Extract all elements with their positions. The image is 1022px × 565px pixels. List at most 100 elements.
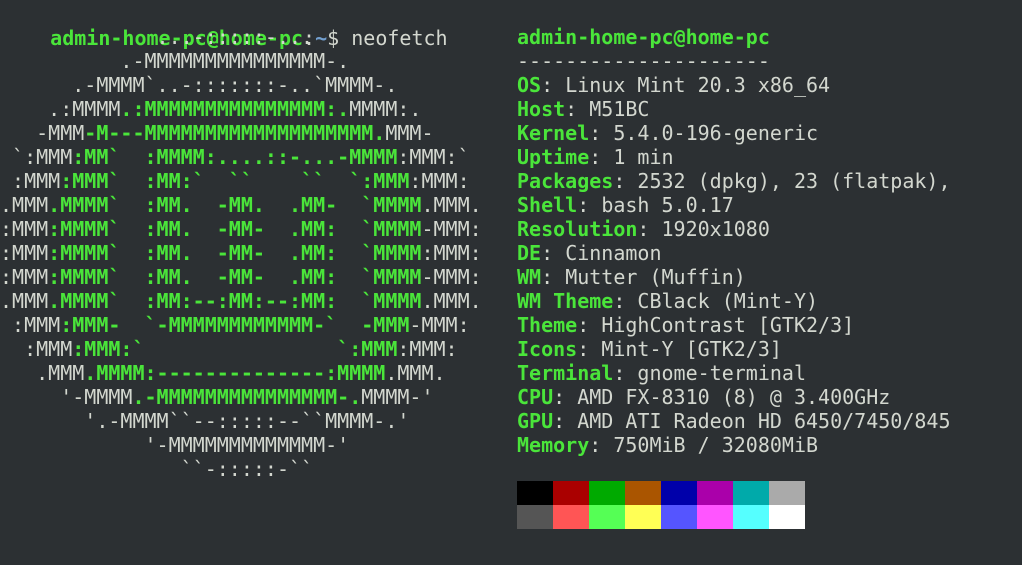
logo-segment: :MMMM` :MM. -MM- .MM: `MMMM bbox=[48, 241, 422, 265]
terminal-window[interactable]: admin-home-pc@home-pc:~$ neofetch ...-::… bbox=[0, 0, 1022, 565]
info-title: admin-home-pc@home-pc bbox=[517, 25, 770, 49]
logo-segment: :MMM bbox=[0, 169, 61, 193]
info-value: HighContrast [GTK2/3] bbox=[601, 313, 855, 337]
info-key: Theme bbox=[517, 313, 578, 337]
logo-segment: :MMM: bbox=[397, 337, 458, 361]
info-value: 1920x1080 bbox=[661, 217, 770, 241]
info-row: Terminal: gnome-terminal bbox=[517, 361, 806, 385]
info-colon: : bbox=[553, 385, 578, 409]
logo-segment: -MMM: bbox=[421, 217, 482, 241]
logo-segment: :MMM` :MM:` `` `` `:MMM bbox=[60, 169, 410, 193]
info-key: CPU bbox=[517, 385, 554, 409]
info-colon: : bbox=[589, 145, 614, 169]
info-value: AMD FX-8310 (8) @ 3.400GHz bbox=[577, 385, 891, 409]
logo-segment: .MMMM` :MM. -MM. .MM- `MMMM bbox=[48, 193, 422, 217]
logo-line: :MMM:MMM` :MM:` `` `` `:MMM:MMM: bbox=[0, 169, 470, 193]
info-row: Resolution: 1920x1080 bbox=[517, 217, 770, 241]
info-colon: : bbox=[637, 217, 662, 241]
logo-line: .-MMMMMMMMMMMMMMM-. bbox=[0, 49, 349, 73]
logo-segment: '-MMMM bbox=[0, 385, 133, 409]
info-value: bash 5.0.17 bbox=[601, 193, 734, 217]
logo-segment: .MMM. bbox=[421, 193, 482, 217]
logo-segment: MMMM:. bbox=[349, 97, 422, 121]
info-colon: : bbox=[613, 361, 638, 385]
color-swatch bbox=[697, 481, 733, 505]
logo-segment: .MMMM:--------------:MMMM bbox=[84, 361, 386, 385]
info-colon: : bbox=[541, 265, 566, 289]
info-key: DE bbox=[517, 241, 542, 265]
logo-line: ``-:::::-`` bbox=[0, 457, 313, 481]
info-row: OS: Linux Mint 20.3 x86_64 bbox=[517, 73, 830, 97]
system-info-panel: admin-home-pc@home-pc ------------------… bbox=[517, 25, 1017, 485]
logo-line: :MMM:MMMM` :MM. -MM- .MM: `MMMM:MMM: bbox=[0, 241, 482, 265]
logo-line: `:MMM:MM` :MMMM:....::-...-MMMM:MMM:` bbox=[0, 145, 470, 169]
color-swatch bbox=[733, 505, 769, 529]
info-row: Host: M51BC bbox=[517, 97, 649, 121]
logo-segment: :MMM:` bbox=[397, 145, 470, 169]
info-colon: : bbox=[553, 409, 578, 433]
logo-segment: '.-MMMM``--:::::--``MMMM-.' bbox=[0, 409, 410, 433]
logo-segment: :MMMM` :MM. -MM- .MM: `MMMM bbox=[48, 217, 422, 241]
info-colon: : bbox=[589, 121, 614, 145]
info-value: CBlack (Mint-Y) bbox=[637, 289, 819, 313]
logo-segment: -MMM bbox=[0, 121, 85, 145]
info-value: M51BC bbox=[589, 97, 650, 121]
logo-line: ...-:::::-... bbox=[0, 25, 314, 49]
logo-segment: `:MMM bbox=[0, 145, 73, 169]
logo-segment: :MMM bbox=[0, 337, 73, 361]
color-swatch bbox=[517, 505, 553, 529]
logo-segment: -MMM: bbox=[421, 265, 482, 289]
info-row: CPU: AMD FX-8310 (8) @ 3.400GHz bbox=[517, 385, 890, 409]
info-row: Uptime: 1 min bbox=[517, 145, 674, 169]
info-value: Cinnamon bbox=[565, 241, 662, 265]
info-colon: : bbox=[613, 289, 638, 313]
logo-line: :MMM:MMMM` :MM. -MM- .MM: `MMMM-MMM: bbox=[0, 217, 482, 241]
info-row: WM Theme: CBlack (Mint-Y) bbox=[517, 289, 818, 313]
logo-line: .MMM.MMMM:--------------:MMMM.MMM. bbox=[0, 361, 445, 385]
logo-segment: :MMMM` :MM. -MM- .MM: `MMMM bbox=[48, 265, 422, 289]
color-swatch bbox=[697, 505, 733, 529]
logo-segment: :MMM bbox=[0, 241, 49, 265]
info-colon: : bbox=[577, 313, 602, 337]
color-swatch bbox=[517, 481, 553, 505]
info-row: Shell: bash 5.0.17 bbox=[517, 193, 734, 217]
color-swatch bbox=[661, 505, 697, 529]
logo-segment: :MMM: bbox=[421, 241, 482, 265]
logo-segment: '-MMMMMMMMMMMMM-' bbox=[0, 433, 350, 457]
logo-line: :MMM:MMM:` `:MMM:MMM: bbox=[0, 337, 458, 361]
command-prompt-line: admin-home-pc@home-pc:~$ neofetch bbox=[2, 2, 447, 50]
logo-line: '-MMMMMMMMMMMMM-' bbox=[0, 433, 349, 457]
info-row: Memory: 750MiB / 32080MiB bbox=[517, 433, 818, 457]
info-value: AMD ATI Radeon HD 6450/7450/845 bbox=[577, 409, 951, 433]
logo-segment: :MMM- `-MMMMMMMMMMMM-` -MMM bbox=[60, 313, 410, 337]
logo-segment: ``-:::::-`` bbox=[0, 457, 314, 481]
color-swatch bbox=[661, 481, 697, 505]
info-colon: : bbox=[541, 241, 566, 265]
color-swatch bbox=[553, 505, 589, 529]
info-colon: : bbox=[589, 433, 614, 457]
logo-segment: .MMM bbox=[0, 289, 49, 313]
info-key: Icons bbox=[517, 337, 578, 361]
logo-segment: -MMM: bbox=[409, 313, 470, 337]
info-row: GPU: AMD ATI Radeon HD 6450/7450/845 bbox=[517, 409, 951, 433]
logo-line: '.-MMMM``--:::::--``MMMM-.' bbox=[0, 409, 409, 433]
info-value: 1 min bbox=[613, 145, 674, 169]
color-swatch bbox=[769, 505, 805, 529]
info-row: DE: Cinnamon bbox=[517, 241, 662, 265]
logo-line: :MMM:MMMM` :MM. -MM- .MM: `MMMM-MMM: bbox=[0, 265, 482, 289]
info-colon: : bbox=[577, 337, 602, 361]
info-value: 2532 (dpkg), 23 (flatpak), bbox=[637, 169, 951, 193]
logo-line: .:MMMM.:MMMMMMMMMMMMMMM:.MMMM:. bbox=[0, 97, 421, 121]
info-row: Packages: 2532 (dpkg), 23 (flatpak), bbox=[517, 169, 951, 193]
info-key: WM Theme bbox=[517, 289, 614, 313]
color-swatch bbox=[625, 505, 661, 529]
logo-line: .-MMMM`..-:::::::-..`MMMM-. bbox=[0, 73, 397, 97]
logo-line: '-MMMM.-MMMMMMMMMMMMMMM-.MMMM-' bbox=[0, 385, 433, 409]
info-key: Resolution bbox=[517, 217, 638, 241]
logo-segment: .-MMMM`..-:::::::-..`MMMM-. bbox=[0, 73, 398, 97]
color-swatch bbox=[589, 505, 625, 529]
logo-segment: .MMM. bbox=[421, 289, 482, 313]
logo-segment: .MMMM` :MM:--:MM:--:MM: `MMMM bbox=[48, 289, 422, 313]
logo-segment: :MMM bbox=[0, 313, 61, 337]
logo-segment: .:MMMMMMMMMMMMMMM:. bbox=[120, 97, 350, 121]
